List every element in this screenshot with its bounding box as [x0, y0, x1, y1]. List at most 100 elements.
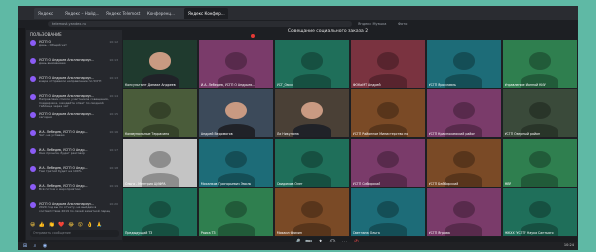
chat-input[interactable]: Отправить сообщение	[30, 230, 119, 237]
participant-tile[interactable]: УСГ_Омск	[274, 40, 350, 88]
participant-tile[interactable]: Миханков Григорьевич Эмиль	[198, 138, 274, 187]
participant-name: УСГ_Омск	[276, 82, 294, 87]
participant-tile[interactable]: И.А. Лебедев, УСГП О Андрьев...	[198, 40, 274, 88]
recording-indicator	[251, 34, 255, 38]
participant-tile[interactable]: Консультант Даниил Андреев	[123, 40, 198, 88]
bookmark-1[interactable]: Яндекс Музыка	[358, 21, 386, 27]
participant-name: И.А. Лебедев, УСГП О Андрьев...	[200, 82, 256, 87]
address-row: telemost.yandex.ru Яндекс Музыка Фото	[18, 20, 578, 28]
taskbar: ⊞ ⌕ ◉ 10:24	[18, 242, 578, 250]
participant-name: Коммунальные Террасино	[125, 132, 170, 137]
participant-tile[interactable]: УСГП Ярославль	[426, 40, 502, 88]
avatar-placeholder-body	[445, 222, 483, 236]
browser-icon[interactable]: ◉	[42, 243, 48, 249]
participant-tile[interactable]: Предыдущий ТЗ	[123, 188, 198, 236]
participant-tile[interactable]: Свидомов Олег	[274, 138, 350, 187]
video-grid: Консультант Даниил Андреев И.А. Лебедев, …	[123, 40, 577, 236]
participant-tile[interactable]: УСГП Озерный район	[502, 89, 577, 138]
clock: 10:24	[563, 243, 574, 247]
avatar-placeholder-icon	[452, 200, 476, 218]
tab-1[interactable]: Яндекс	[34, 8, 64, 19]
avatar-placeholder-icon	[300, 200, 324, 218]
chat-header: ПОЛЬЗОВАНИЕ	[30, 32, 62, 37]
avatar-placeholder-icon	[452, 101, 476, 120]
person-video	[300, 101, 324, 120]
avatar-placeholder-icon	[452, 151, 476, 169]
participant-name: Управление Ионной КИУ	[504, 82, 546, 87]
participant-tile[interactable]: Светлана Ольга	[350, 188, 426, 236]
participant-tile[interactable]: УСГП Сибирский	[350, 138, 426, 187]
avatar	[30, 130, 36, 136]
tab-2[interactable]: Яндекс – Найд...	[61, 8, 105, 19]
emoji-bar[interactable]: 😀 👍 👏 ❤️ 😂 😮 👌 🙏	[30, 222, 104, 228]
avatar	[30, 76, 36, 82]
tab-5-active[interactable]: Яндекс Конфер...	[184, 8, 228, 19]
tab-3[interactable]: Яндекс Telemost	[102, 8, 146, 19]
avatar-placeholder-icon	[149, 151, 172, 169]
search-icon[interactable]: ⌕	[32, 243, 38, 249]
participant-name: УСГП Краснокамский район	[428, 132, 476, 137]
message-text: Там третий будет на 100%	[39, 169, 82, 173]
participant-tile[interactable]: Управление Ионной КИУ	[502, 40, 577, 88]
participant-tile[interactable]: Ольга - Ментрия ЦИФРА	[123, 138, 198, 187]
avatar-placeholder-icon	[300, 151, 324, 169]
participant-tile[interactable]: Ли Никулина	[274, 89, 350, 138]
message-text: Направляем список участников совещания, …	[39, 97, 109, 109]
participant-tile[interactable]: Раиса ТЗ	[198, 188, 274, 236]
participant-name: ФОКиМТ Андрей	[352, 82, 381, 87]
address-bar[interactable]: telemost.yandex.ru	[48, 21, 352, 27]
meeting-title: Совещание социального заказа 2	[287, 29, 369, 34]
avatar-placeholder-icon	[528, 101, 551, 120]
avatar	[30, 58, 36, 64]
avatar	[30, 184, 36, 190]
avatar-placeholder-icon	[149, 101, 172, 120]
avatar	[30, 148, 36, 154]
participant-tile[interactable]: Андрей Ведомогов	[198, 89, 274, 138]
avatar-placeholder-icon	[376, 200, 400, 218]
participant-tile[interactable]: УСГП Ягрова	[426, 188, 502, 236]
participant-name: ЖКХХ 'УСГП' Наука Сантьяго	[504, 231, 554, 235]
message-text: 2020 год вы по отчету, не выйдем в соотв…	[39, 205, 111, 213]
avatar-placeholder-body	[293, 74, 331, 88]
participant-name: УСГП Ягрова	[428, 231, 450, 235]
participant-tile[interactable]: Коммунальные Террасино	[123, 89, 198, 138]
participant-name: Свидомов Олег	[276, 181, 303, 186]
avatar-placeholder-icon	[300, 52, 324, 70]
avatar	[30, 40, 36, 46]
left-rail	[18, 28, 25, 248]
avatar-placeholder-icon	[224, 200, 248, 218]
tab-4[interactable]: Конференц...	[143, 8, 187, 19]
participant-tile[interactable]: ФОКиМТ Андрей	[350, 40, 426, 88]
participant-tile[interactable]: МВР	[502, 138, 577, 187]
avatar-placeholder-icon	[376, 52, 400, 70]
avatar	[30, 166, 36, 172]
participant-name: Раиса ТЗ	[200, 231, 216, 235]
avatar-placeholder-icon	[528, 52, 551, 70]
message-text: день - Общий чат	[39, 43, 67, 47]
avatar-placeholder-icon	[376, 101, 400, 120]
avatar	[30, 94, 36, 100]
participant-tile[interactable]: УСГП Бейбирский	[426, 138, 502, 187]
participant-name: Светлана Ольга	[352, 231, 380, 235]
participant-tile[interactable]: УСГП Районное Министерство по	[350, 89, 426, 138]
message-text: сегодня	[39, 115, 52, 119]
avatar-placeholder-icon	[149, 200, 172, 218]
participant-name: УСГП Сибирский	[352, 181, 381, 186]
participant-name: УСГП Бейбирский	[428, 181, 459, 186]
message-text: день вниманиею	[39, 61, 66, 65]
participant-tile[interactable]: УСГП Краснокамский район	[426, 89, 502, 138]
participant-name: Ольга - Ментрия ЦИФРА	[125, 181, 166, 186]
avatar-placeholder-icon	[528, 151, 551, 169]
participant-tile[interactable]: ЖКХХ 'УСГП' Наука Сантьяго	[502, 188, 577, 236]
bookmark-2[interactable]: Фото	[398, 21, 407, 27]
avatar-placeholder-body	[217, 222, 255, 236]
participant-name: Консультант Даниил Андреев	[125, 82, 176, 87]
tab-bar: Яндекс Яндекс – Найд... Яндекс Telemost …	[18, 6, 578, 20]
avatar-placeholder-body	[521, 173, 559, 187]
participant-name: Миханков Григорьевич Эмиль	[200, 181, 252, 186]
message-text: вчера отправили направление по УСГП	[39, 79, 102, 83]
start-icon[interactable]: ⊞	[22, 243, 28, 249]
person-video	[149, 52, 172, 70]
participant-name: Ли Никулина	[276, 132, 299, 137]
participant-tile[interactable]: Михаил Фомин	[274, 188, 350, 236]
